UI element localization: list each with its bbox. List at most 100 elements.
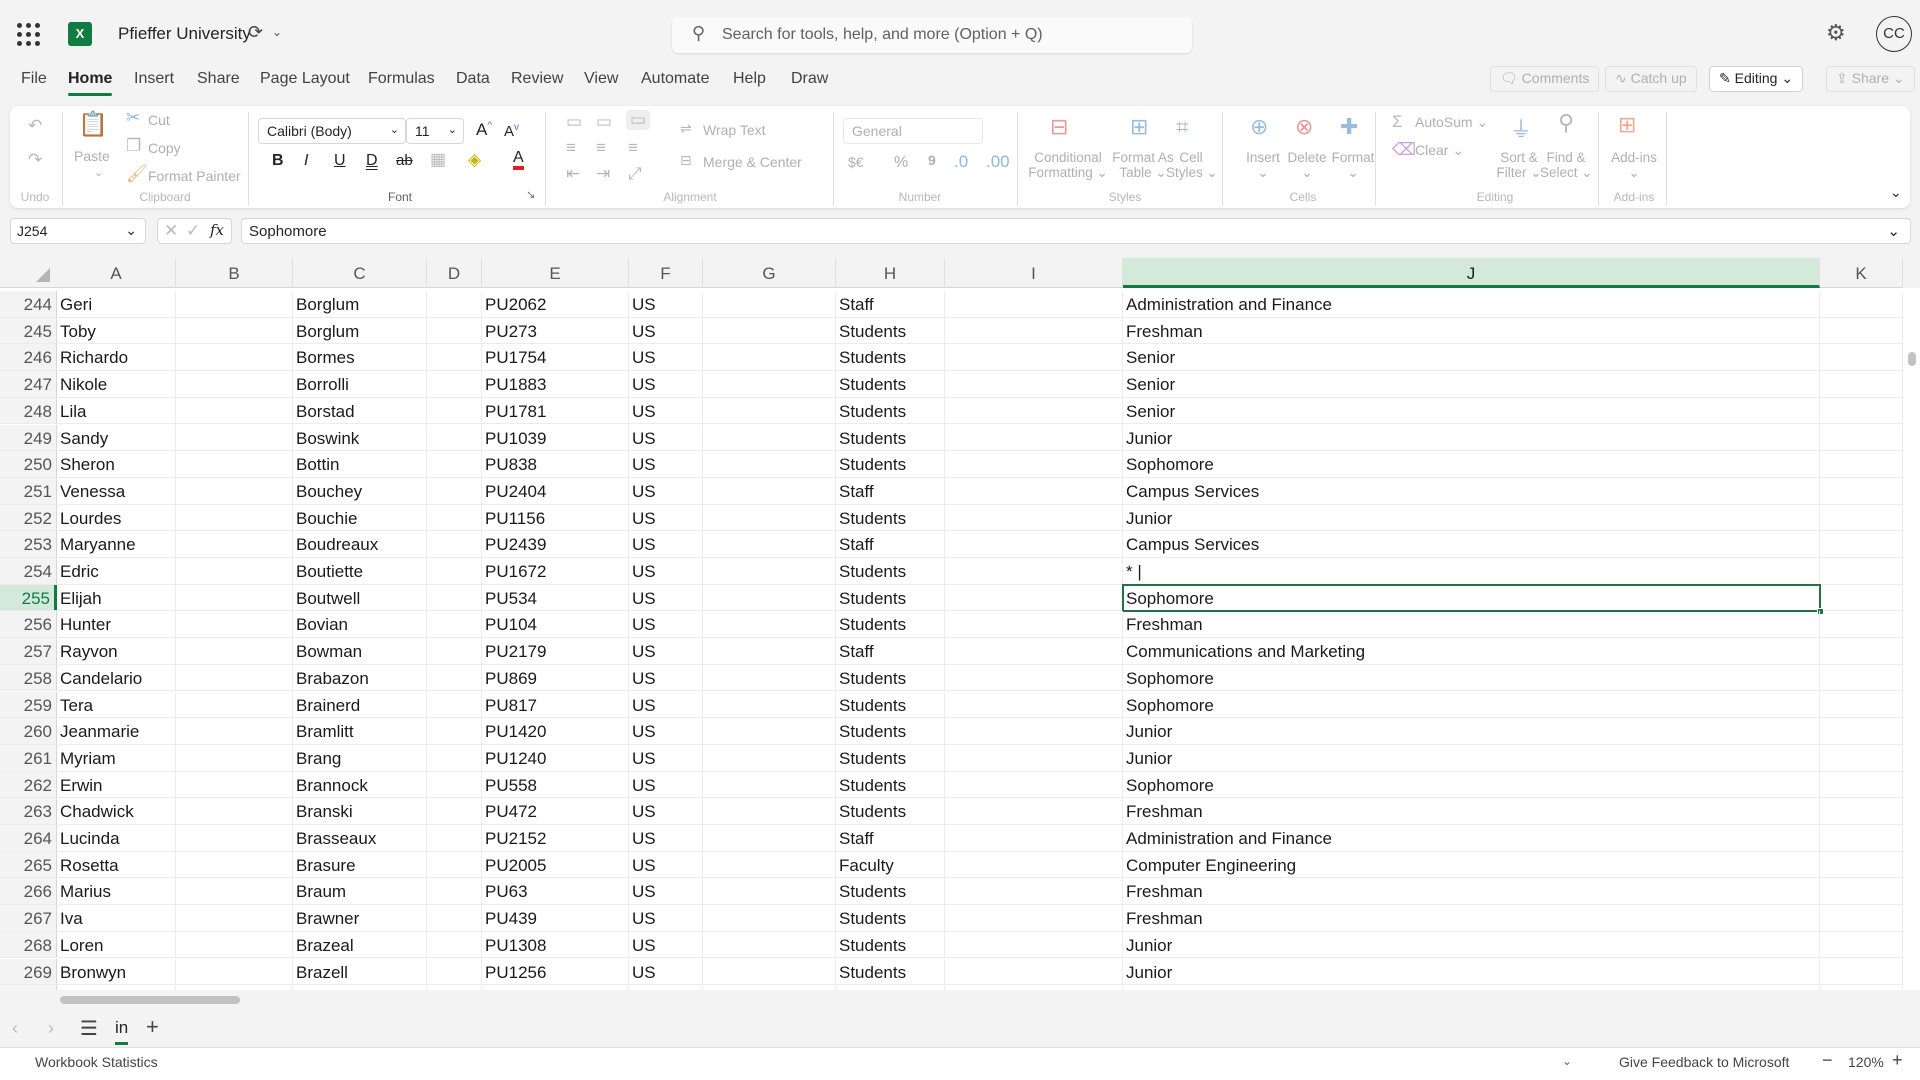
cell-h[interactable]: Students [836,451,945,477]
row-header[interactable]: 251 [0,477,57,504]
cell-k[interactable] [1820,664,1903,691]
cell-g[interactable] [703,291,836,317]
cell-c[interactable]: Borglum [293,291,427,317]
cell-k[interactable] [1820,477,1903,504]
cell-h[interactable]: Staff [836,531,945,557]
cell-a[interactable]: Geri [57,291,176,317]
all-sheets-icon[interactable]: ☰ [80,1016,98,1041]
cell-c[interactable]: Brannock [293,771,427,798]
column-header-h[interactable]: H [836,258,945,288]
cell-e[interactable]: PU817 [482,691,629,718]
cell-h[interactable]: Students [836,344,945,371]
cell-j[interactable]: Junior [1123,718,1820,744]
cell-c[interactable]: Bovian [293,611,427,638]
cell-i[interactable] [945,397,1123,424]
cell-a[interactable]: Richardo [57,344,176,371]
cell-g[interactable] [703,664,836,691]
chevron-down-icon[interactable]: ⌄ [272,25,282,39]
cell-h[interactable]: Students [836,504,945,531]
cell-g[interactable] [703,558,836,584]
cell-i[interactable] [945,424,1123,451]
cell-i[interactable] [945,691,1123,718]
format-cells-button[interactable]: Format ⌄ [1328,150,1378,181]
cell-k[interactable] [1820,584,1903,611]
cell-f[interactable]: US [629,798,703,824]
cell-k[interactable] [1820,878,1903,905]
cell-a[interactable]: Candelario [57,664,176,691]
cell-k[interactable] [1820,424,1903,451]
cell-b[interactable] [176,958,293,985]
cell-c[interactable]: Borglum [293,317,427,344]
cell-b[interactable] [176,317,293,344]
cell-a[interactable]: Elijah [57,584,176,611]
cell-e[interactable]: PU1256 [482,958,629,985]
sheet-tab-in[interactable]: in [115,1018,129,1045]
addins-button[interactable]: Add-ins ⌄ [1606,150,1662,181]
cell-d[interactable] [427,344,482,371]
cell-d[interactable] [427,878,482,905]
cell-e[interactable]: PU439 [482,905,629,931]
cell-c[interactable]: Bowman [293,638,427,664]
cell-j[interactable]: Campus Services [1123,477,1820,504]
cell-d[interactable] [427,291,482,317]
column-header-d[interactable]: D [427,258,482,288]
cell-i[interactable] [945,664,1123,691]
cell-c[interactable]: Brazell [293,958,427,985]
cell-d[interactable] [427,504,482,531]
cell-h[interactable]: Students [836,371,945,397]
row-header[interactable]: 250 [0,451,57,477]
cell-j[interactable]: Senior [1123,371,1820,397]
row-header[interactable]: 263 [0,798,57,824]
cell-k[interactable] [1820,531,1903,557]
search-box[interactable]: ⚲ Search for tools, help, and more (Opti… [672,17,1192,53]
cell-c[interactable]: Brazeal [293,931,427,958]
cell-f[interactable]: US [629,611,703,638]
cell-h[interactable]: Students [836,664,945,691]
cell-e[interactable]: PU2062 [482,291,629,317]
cell-k[interactable] [1820,851,1903,878]
cell-f[interactable]: US [629,424,703,451]
cell-e[interactable]: PU1039 [482,424,629,451]
cell-c[interactable]: Borstad [293,397,427,424]
cell-a[interactable]: Hunter [57,611,176,638]
row-header[interactable]: 262 [0,771,57,798]
row-header[interactable]: 249 [0,424,57,451]
select-all-corner[interactable] [0,258,57,288]
cell-h[interactable]: Students [836,584,945,611]
row-header[interactable]: 266 [0,878,57,905]
column-header-e[interactable]: E [482,258,629,288]
cell-d[interactable] [427,371,482,397]
cell-g[interactable] [703,397,836,424]
cell-b[interactable] [176,424,293,451]
cell-j[interactable]: Freshman [1123,905,1820,931]
cell-e[interactable]: PU869 [482,664,629,691]
cell-k[interactable] [1820,798,1903,824]
cell-h[interactable]: Students [836,691,945,718]
cell-i[interactable] [945,851,1123,878]
number-format-dropdown[interactable]: General [843,118,983,144]
cell-d[interactable] [427,317,482,344]
cell-e[interactable]: PU1420 [482,718,629,744]
cell-i[interactable] [945,905,1123,931]
copy-button[interactable]: Copy [148,140,181,156]
row-header[interactable]: 270 [0,985,57,990]
underline-button[interactable]: U [334,152,346,170]
cell-a[interactable]: Erwin [57,771,176,798]
cell-b[interactable] [176,851,293,878]
cell-j[interactable]: Senior [1123,985,1820,990]
cell-h[interactable]: Staff [836,291,945,317]
cell-styles-button[interactable]: Cell Styles ⌄ [1166,150,1218,181]
borders-icon[interactable]: ▦ [430,150,446,170]
cell-a[interactable]: Sheron [57,451,176,477]
cell-a[interactable]: Toby [57,317,176,344]
expand-formula-icon[interactable]: ⌄ [1887,222,1900,240]
cell-b[interactable] [176,664,293,691]
cell-h[interactable]: Staff [836,477,945,504]
cell-g[interactable] [703,798,836,824]
cell-j[interactable]: Computer Engineering [1123,851,1820,878]
cell-g[interactable] [703,851,836,878]
cell-e[interactable]: PU2152 [482,825,629,851]
bold-button[interactable]: B [272,152,284,170]
cell-e[interactable]: PU2439 [482,531,629,557]
confirm-icon[interactable]: ✓ [186,221,200,241]
